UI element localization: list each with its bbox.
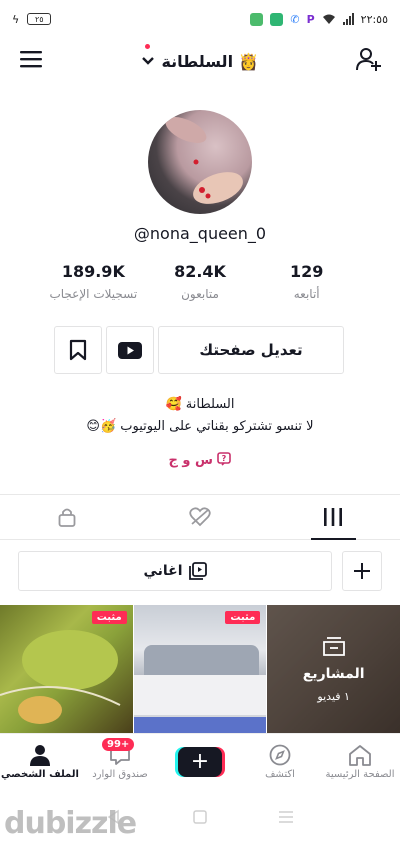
tab-private[interactable] [0,495,133,539]
tab-videos[interactable] [267,495,400,540]
display-name: السلطانة 👸 [161,51,259,71]
stat-likes-value: 189.9K [61,262,125,281]
lock-icon [58,508,76,527]
status-left: ϟ ٢٥ [12,12,52,26]
stat-followers[interactable]: 82.4K متابعون [147,262,254,301]
nav-inbox-label: صندوق الوارد [92,768,148,780]
video-thumbnail-image [133,645,267,733]
bookmark-icon [69,339,87,361]
battery-level: ٢٥ [34,14,44,24]
bio-line-2: لا تنسو تشتركو بقناتي على اليوتيوب 🥳😊 [86,419,314,434]
playlist-icon [188,562,207,580]
whatsapp-icon [270,12,284,26]
p-app-icon: P [306,12,315,26]
profile-icon [30,744,50,766]
nav-discover[interactable]: اكتشف [240,734,320,789]
projects-folder[interactable]: المشاريع ١ فيديو [267,605,400,733]
phone-icon: ✆ [290,12,300,26]
charging-icon: ϟ [12,12,20,26]
bio: السلطانة 🥰 لا تنسو تشتركو بقناتي على الي… [0,394,400,438]
nav-discover-label: اكتشف [265,768,295,780]
clock: ٢٢:٥٥ [360,12,388,26]
recents-icon[interactable] [278,810,294,824]
qa-link[interactable]: س و ج ? [0,452,400,468]
profile-header: السلطانة 👸 [0,38,400,84]
profile-actions: تعديل صفحتك [54,326,344,374]
drafts-icon [322,636,345,656]
playlist-songs-button[interactable]: اغاني [18,551,332,591]
svg-text:?: ? [222,454,227,463]
nav-create[interactable]: + [160,734,240,789]
plus-icon: + [190,749,210,774]
tab-liked[interactable] [133,495,266,539]
playlist-label: اغاني [143,563,183,579]
qa-link-label: س و ج [168,453,213,468]
playlist-row: اغاني [18,551,382,591]
projects-title: المشاريع [302,665,365,682]
stat-likes-label: تسجيلات الإعجاب [49,287,138,301]
stat-followers-value: 82.4K [174,262,226,281]
create-button[interactable]: + [178,746,222,777]
projects-count: ١ فيديو [317,689,350,703]
account-switcher[interactable]: السلطانة 👸 [141,51,259,71]
question-chat-icon: ? [217,452,232,466]
notification-dot [145,44,150,49]
pinned-badge: مثبت [225,611,261,624]
avatar[interactable] [148,110,252,214]
favorites-button[interactable] [54,326,102,374]
profile-stats: 189.9K تسجيلات الإعجاب 82.4K متابعون 129… [40,262,360,301]
status-right: ✆ P ٢٢:٥٥ [250,12,388,26]
status-bar: ϟ ٢٥ ✆ P ٢٢:٥٥ [0,0,400,38]
signal-icon [342,13,354,25]
wifi-icon [322,14,335,24]
menu-icon[interactable] [20,50,44,72]
content-tabs [0,494,400,540]
home-square-icon[interactable] [193,809,207,824]
add-friend-icon[interactable] [355,46,382,76]
projects-overlay: المشاريع ١ فيديو [267,605,400,733]
nav-inbox[interactable]: صندوق الوارد 99+ [80,734,160,789]
stat-following[interactable]: 129 أتابعه [253,262,360,301]
stat-following-value: 129 [289,262,324,281]
username: @nona_queen_0 [133,224,267,243]
grid-icon [324,508,343,526]
stat-followers-label: متابعون [181,287,219,301]
nav-home[interactable]: الصفحة الرئيسية [320,734,400,789]
video-thumbnail[interactable]: مثبت [0,605,133,733]
stat-following-label: أتابعه [293,287,320,301]
video-grid: مثبت مثبت المشاريع ١ فيديو [0,605,400,733]
stat-likes[interactable]: 189.9K تسجيلات الإعجاب [40,262,147,301]
nav-profile-label: الملف الشخصي [1,768,79,780]
plus-icon [354,563,370,579]
battery-icon: ٢٥ [27,13,52,25]
video-thumbnail[interactable]: مثبت [133,605,267,733]
watermark: dubizzle [4,806,137,841]
inbox-badge: 99+ [102,738,135,751]
home-icon [349,744,371,766]
video-thumbnail-image [0,630,121,724]
avatar-photo [165,117,243,204]
heart-hidden-icon [189,507,211,527]
app-notification-icon [250,12,264,26]
edit-profile-button[interactable]: تعديل صفحتك [158,326,344,374]
youtube-icon [118,341,142,359]
chevron-down-icon [142,57,155,65]
compass-icon [269,744,291,765]
bio-line-1: السلطانة 🥰 [165,397,235,412]
youtube-button[interactable] [106,326,154,374]
nav-home-label: الصفحة الرئيسية [325,768,395,780]
nav-profile[interactable]: الملف الشخصي [0,734,80,789]
pinned-badge: مثبت [91,611,127,624]
add-playlist-button[interactable] [342,551,382,591]
bottom-nav: الملف الشخصي صندوق الوارد 99+ + اكتشف ال… [0,733,400,789]
